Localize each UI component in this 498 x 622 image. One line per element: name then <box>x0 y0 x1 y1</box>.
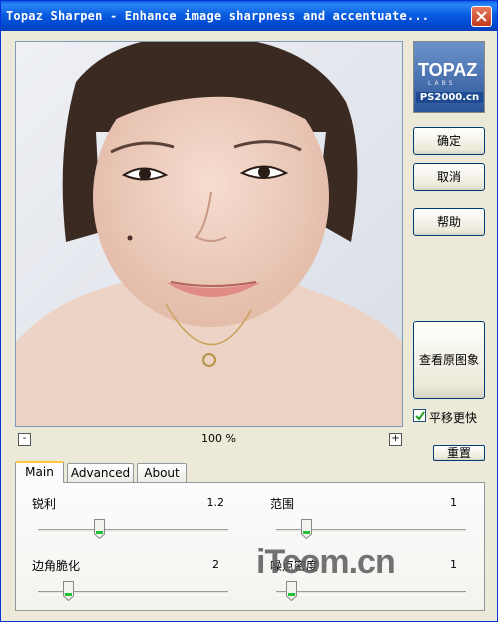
image-preview[interactable] <box>15 41 403 427</box>
sharpen-label: 锐利 <box>32 497 57 511</box>
sharpen-slider-track[interactable] <box>38 529 228 533</box>
svg-text:iTcom.cn: iTcom.cn <box>256 543 395 581</box>
topaz-logo: TOPAZ LABS PS2000.cn <box>413 41 485 113</box>
title-bar[interactable]: Topaz Sharpen - Enhance image sharpness … <box>1 1 497 31</box>
check-icon <box>415 411 425 421</box>
close-icon <box>476 11 487 22</box>
edge-softening-value: 2 <box>212 558 219 571</box>
range-label: 范围 <box>270 497 295 511</box>
help-button[interactable]: 帮助 <box>413 208 485 236</box>
view-original-button[interactable]: 查看原图象 <box>413 321 485 399</box>
window-title: Topaz Sharpen - Enhance image sharpness … <box>6 9 430 23</box>
logo-line2: LABS <box>428 80 456 87</box>
logo-line1: TOPAZ <box>418 60 478 80</box>
close-button[interactable] <box>471 6 492 27</box>
dialog-window: Topaz Sharpen - Enhance image sharpness … <box>0 0 498 622</box>
logo-line3: PS2000.cn <box>416 92 483 103</box>
tab-about[interactable]: About <box>137 463 187 482</box>
edge-softening-label: 边角脆化 <box>32 559 81 573</box>
zoom-in-button[interactable]: + <box>389 433 402 446</box>
sharpen-value: 1.2 <box>206 496 225 509</box>
zoom-out-button[interactable]: - <box>18 433 31 446</box>
tab-main[interactable]: Main <box>15 461 64 483</box>
noise-density-slider-track[interactable] <box>276 591 466 595</box>
tab-advanced[interactable]: Advanced <box>67 463 134 482</box>
pan-faster-label: 平移更快 <box>429 411 478 425</box>
edge-softening-slider-thumb[interactable] <box>63 581 75 601</box>
cancel-button[interactable]: 取消 <box>413 163 485 191</box>
watermark-logo: iTcom.cn <box>256 543 396 581</box>
reset-button[interactable]: 重置 <box>433 445 485 461</box>
ok-button[interactable]: 确定 <box>413 127 485 155</box>
zoom-level: 100 % <box>201 432 236 445</box>
portrait-image <box>16 42 402 426</box>
range-value: 1 <box>450 496 457 509</box>
pan-faster-checkbox[interactable] <box>413 409 426 422</box>
sharpen-slider-thumb[interactable] <box>93 519 105 539</box>
